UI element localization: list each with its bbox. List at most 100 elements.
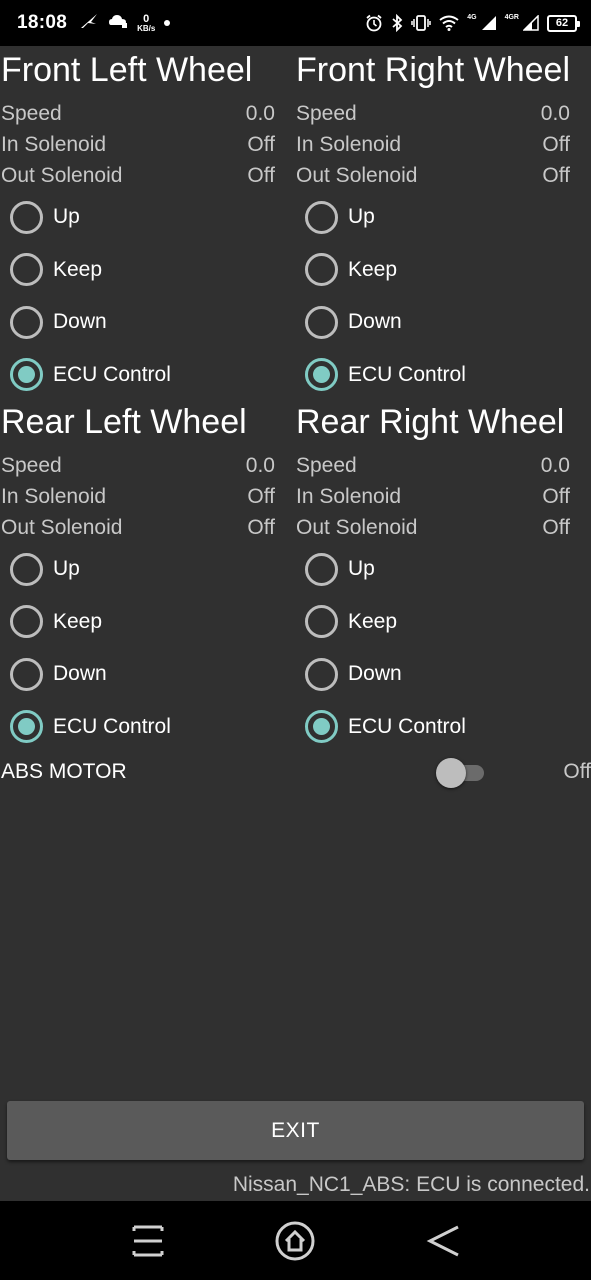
wifi-icon — [439, 15, 459, 31]
radio-button[interactable] — [305, 305, 338, 339]
radio-label: Keep — [53, 609, 103, 633]
battery-level: 62 — [555, 17, 569, 29]
radio-button[interactable] — [10, 657, 43, 691]
radio-button[interactable] — [10, 605, 43, 639]
radio-button[interactable] — [305, 552, 338, 586]
out-solenoid-label: Out Solenoid — [296, 164, 418, 187]
net-label-2: 4GR — [504, 13, 519, 21]
out-solenoid-label: Out Solenoid — [296, 516, 418, 539]
radio-label: Keep — [53, 257, 103, 281]
radio-label: Up — [348, 205, 375, 229]
radio-label: Up — [348, 557, 375, 581]
wheel-panel-3: Rear Left Wheel Speed 0.0 In Solenoid Of… — [1, 402, 281, 753]
abs-motor-row: ABS MOTOR Off — [0, 752, 591, 792]
radio-option[interactable]: Up — [1, 543, 281, 596]
radio-option[interactable]: Down — [1, 296, 281, 349]
vibrate-icon — [411, 14, 431, 32]
net-label-1: 4G — [467, 13, 477, 21]
bluetooth-icon — [391, 14, 403, 32]
exit-button[interactable]: EXIT — [7, 1101, 584, 1160]
out-solenoid-row: Out Solenoid Off — [1, 160, 281, 191]
radio-button[interactable] — [305, 657, 338, 691]
home-icon[interactable] — [273, 1219, 317, 1263]
wheel-panel-1: Front Left Wheel Speed 0.0 In Solenoid O… — [1, 50, 281, 401]
in-solenoid-value: Off — [247, 133, 275, 156]
radio-option[interactable]: ECU Control — [296, 349, 576, 402]
radio-option[interactable]: Up — [1, 191, 281, 244]
radio-button[interactable] — [10, 710, 43, 744]
radio-button[interactable] — [10, 358, 43, 392]
radio-option[interactable]: Down — [296, 648, 576, 701]
radio-option[interactable]: Keep — [1, 244, 281, 297]
speed-label: Speed — [296, 102, 357, 125]
radio-option[interactable]: ECU Control — [296, 701, 576, 754]
radio-label: Down — [348, 662, 402, 686]
radio-option[interactable]: ECU Control — [1, 349, 281, 402]
signal-icon-2 — [523, 15, 539, 31]
radio-option[interactable]: Down — [1, 648, 281, 701]
radio-option[interactable]: Up — [296, 191, 576, 244]
wheel-title: Front Left Wheel — [1, 51, 253, 89]
net-speed-value: 0 — [143, 12, 150, 25]
in-solenoid-row: In Solenoid Off — [1, 481, 281, 512]
in-solenoid-label: In Solenoid — [296, 485, 402, 508]
radio-option[interactable]: Keep — [296, 596, 576, 649]
speed-row: Speed 0.0 — [1, 450, 281, 481]
radio-button[interactable] — [305, 358, 338, 392]
radio-label: ECU Control — [53, 714, 171, 738]
back-icon[interactable] — [422, 1219, 466, 1263]
radio-button[interactable] — [305, 253, 338, 287]
status-right-icons: 4G 4GR 62 — [365, 13, 580, 32]
speed-label: Speed — [296, 454, 357, 477]
radio-button[interactable] — [10, 200, 43, 234]
radio-label: Up — [53, 205, 80, 229]
net-speed-unit: KB/s — [137, 23, 156, 33]
abs-motor-label: ABS MOTOR — [1, 760, 127, 783]
out-solenoid-value: Off — [247, 516, 275, 539]
out-solenoid-value: Off — [542, 164, 570, 187]
in-solenoid-row: In Solenoid Off — [296, 481, 576, 512]
switch-thumb — [436, 758, 466, 788]
abs-motor-state: Off — [563, 760, 591, 783]
in-solenoid-row: In Solenoid Off — [296, 129, 576, 160]
radio-button[interactable] — [305, 200, 338, 234]
status-left-icons: 0 KB/s — [79, 12, 171, 34]
radio-option[interactable]: ECU Control — [1, 701, 281, 754]
radio-option[interactable]: Up — [296, 543, 576, 596]
speed-row: Speed 0.0 — [1, 98, 281, 129]
mode-radio-group: Up Keep Down ECU Control — [296, 543, 576, 753]
radio-label: ECU Control — [348, 714, 466, 738]
radio-button[interactable] — [10, 253, 43, 287]
speed-value: 0.0 — [245, 454, 275, 477]
speed-value: 0.0 — [540, 454, 570, 477]
net-speed: 0 KB/s — [137, 12, 156, 33]
radio-label: Down — [53, 310, 107, 334]
menu-icon[interactable] — [126, 1219, 170, 1263]
radio-option[interactable]: Keep — [296, 244, 576, 297]
out-solenoid-value: Off — [247, 164, 275, 187]
radio-label: ECU Control — [348, 362, 466, 386]
status-bar: 18:08 0 KB/s 4G 4GR 62 — [0, 0, 591, 46]
speed-value: 0.0 — [540, 102, 570, 125]
mode-radio-group: Up Keep Down ECU Control — [1, 543, 281, 753]
wheel-panel-2: Front Right Wheel Speed 0.0 In Solenoid … — [296, 50, 576, 401]
radio-button[interactable] — [305, 605, 338, 639]
abs-motor-switch[interactable] — [436, 756, 488, 788]
radio-button[interactable] — [10, 305, 43, 339]
navigation-bar — [0, 1201, 591, 1280]
out-solenoid-row: Out Solenoid Off — [1, 512, 281, 543]
radio-button[interactable] — [10, 552, 43, 586]
wheel-title: Rear Left Wheel — [1, 403, 247, 441]
in-solenoid-value: Off — [247, 485, 275, 508]
fan-icon — [79, 12, 99, 34]
radio-option[interactable]: Keep — [1, 596, 281, 649]
wheel-panel-4: Rear Right Wheel Speed 0.0 In Solenoid O… — [296, 402, 576, 753]
radio-button[interactable] — [305, 710, 338, 744]
radio-label: Keep — [348, 609, 398, 633]
mode-radio-group: Up Keep Down ECU Control — [296, 191, 576, 401]
wheel-title: Front Right Wheel — [296, 51, 570, 89]
in-solenoid-value: Off — [542, 133, 570, 156]
signal-icon — [481, 15, 497, 31]
radio-option[interactable]: Down — [296, 296, 576, 349]
in-solenoid-row: In Solenoid Off — [1, 129, 281, 160]
